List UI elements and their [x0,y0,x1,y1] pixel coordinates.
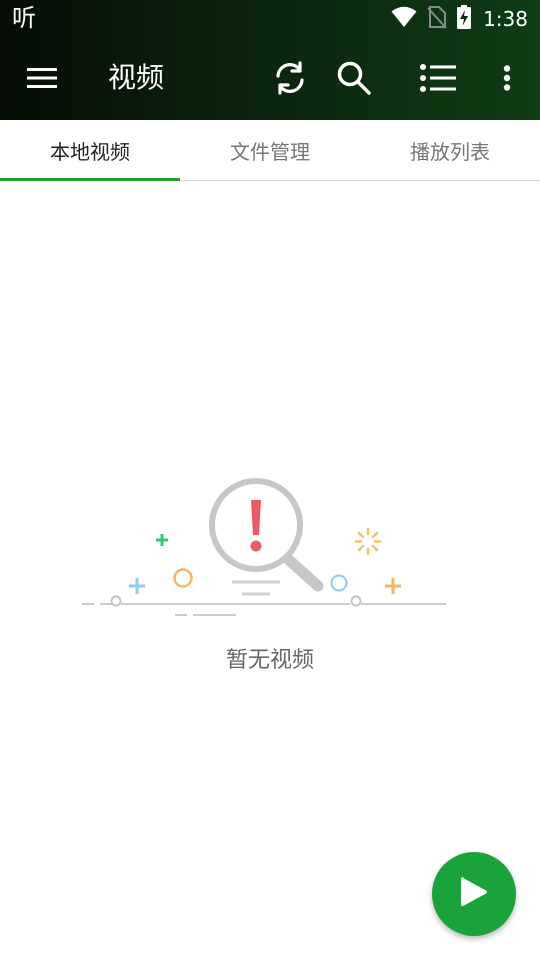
battery-charging-icon [457,5,472,33]
empty-state-illustration [80,470,460,630]
tab-file-manager[interactable]: 文件管理 [180,120,360,180]
list-icon[interactable] [418,58,458,98]
wifi-icon [391,6,417,32]
app-header: 听 1:38 视频 [0,0,540,120]
status-bar: 听 1:38 [0,0,540,38]
page-title: 视频 [108,61,165,94]
more-vert-icon[interactable] [487,58,527,98]
play-fab-button[interactable] [432,852,516,936]
empty-state-message: 暂无视频 [225,648,314,673]
menu-icon[interactable] [22,58,62,98]
tab-bar: 本地视频 文件管理 播放列表 [0,120,540,181]
search-icon[interactable] [334,58,374,98]
status-time: 1:38 [483,7,528,31]
toolbar: 视频 [0,38,540,120]
no-sim-icon [427,5,447,33]
tab-playlist[interactable]: 播放列表 [360,120,540,180]
tab-label: 文件管理 [230,139,310,164]
status-icons: 1:38 [391,5,528,33]
tab-local-videos[interactable]: 本地视频 [0,120,180,181]
play-icon [458,874,490,914]
magnifier-exclamation-icon [82,478,446,616]
refresh-icon[interactable] [270,58,310,98]
tab-label: 本地视频 [50,139,130,164]
tab-active-indicator [0,178,180,181]
tab-label: 播放列表 [410,139,490,164]
status-app-glyph: 听 [12,4,36,32]
